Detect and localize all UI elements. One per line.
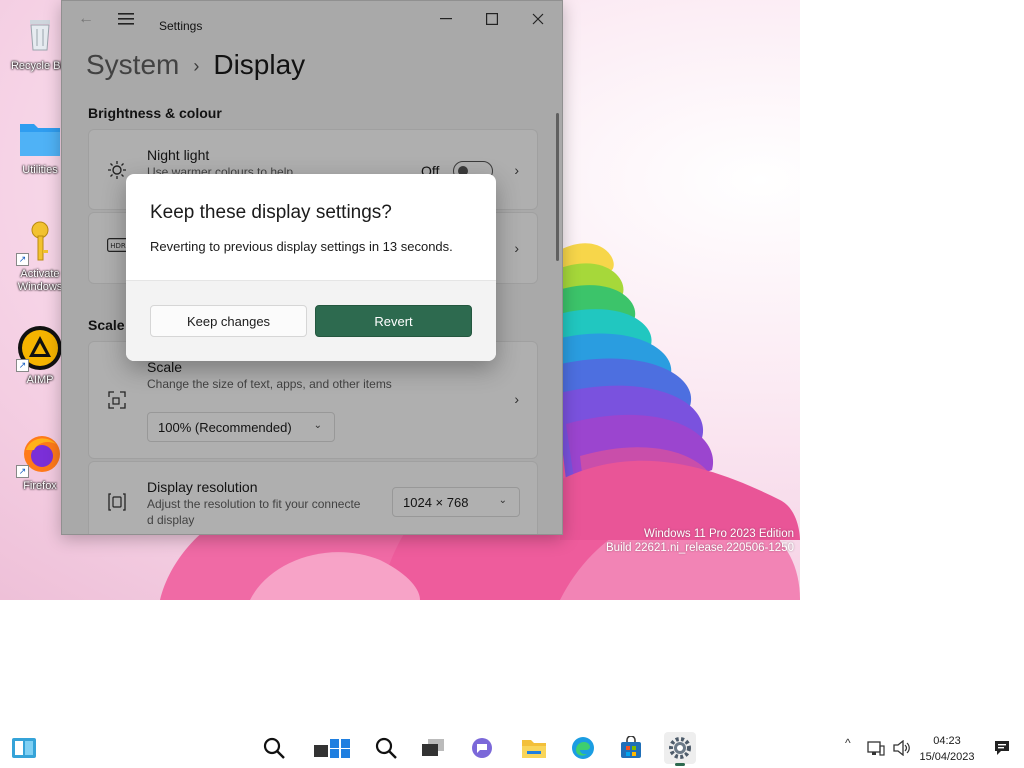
task-view-icon[interactable]	[416, 732, 448, 764]
widgets-icon[interactable]	[8, 732, 40, 764]
system-clock[interactable]: 04:23 15/04/2023	[916, 733, 978, 765]
key-icon: ↗	[16, 218, 64, 266]
clock-date: 15/04/2023	[919, 751, 975, 763]
shortcut-arrow-icon: ↗	[16, 253, 29, 266]
shortcut-arrow-icon: ↗	[16, 465, 29, 478]
watermark-edition: Windows 11 Pro 2023 Edition	[643, 528, 794, 540]
shortcut-arrow-icon: ↗	[16, 359, 29, 372]
microsoft-store-icon[interactable]	[615, 732, 647, 764]
aimp-icon: ↗	[16, 324, 64, 372]
dialog-message: Reverting to previous display settings i…	[150, 239, 453, 254]
revert-button[interactable]: Revert	[315, 305, 472, 337]
teams-chat-icon[interactable]	[466, 732, 498, 764]
folder-icon	[16, 114, 64, 162]
network-icon[interactable]	[862, 734, 890, 762]
search-icon[interactable]	[258, 732, 290, 764]
keep-display-settings-dialog: Keep these display settings? Reverting t…	[126, 174, 496, 361]
start-button-icon[interactable]	[314, 732, 354, 764]
notifications-icon[interactable]	[988, 734, 1016, 762]
dialog-footer: Keep changes Revert	[126, 280, 496, 361]
dialog-title: Keep these display settings?	[150, 202, 392, 223]
recycle-bin-icon	[16, 10, 64, 58]
search-icon[interactable]	[370, 732, 402, 764]
file-explorer-icon[interactable]	[518, 732, 550, 764]
chevron-up-icon[interactable]: ^	[845, 736, 851, 750]
clock-time: 04:23	[933, 735, 961, 747]
speaker-volume-icon[interactable]	[888, 734, 916, 762]
taskbar: ^ 04:23 15/04/2023	[0, 728, 1024, 768]
keep-changes-button[interactable]: Keep changes	[150, 305, 307, 337]
firefox-icon: ↗	[16, 430, 64, 478]
windows-watermark: Windows 11 Pro 2023 Edition Build 22621.…	[606, 527, 794, 555]
edge-browser-icon[interactable]	[567, 732, 599, 764]
settings-gear-icon[interactable]	[664, 732, 696, 766]
watermark-build: Build 22621.ni_release.220506-1250	[606, 542, 794, 554]
